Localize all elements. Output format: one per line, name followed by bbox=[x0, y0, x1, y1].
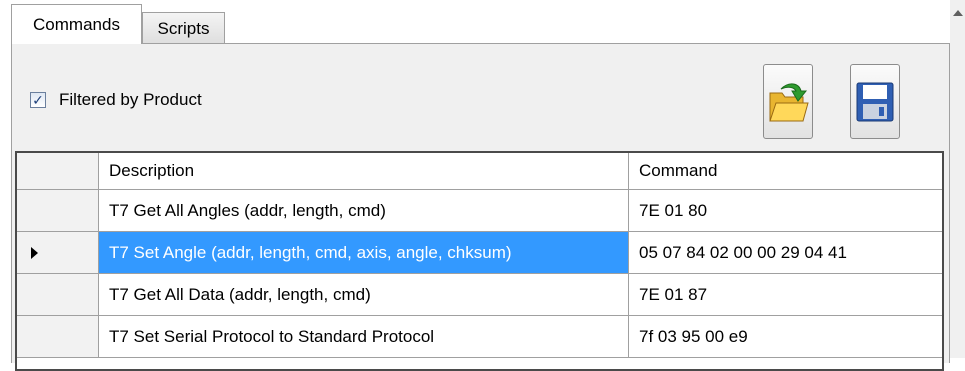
command-cell[interactable]: 7E 01 87 bbox=[629, 274, 942, 315]
row-header[interactable] bbox=[17, 190, 99, 231]
grid-header: Description Command bbox=[17, 153, 942, 190]
filter-by-product[interactable]: ✓ Filtered by Product bbox=[30, 90, 202, 110]
row-header[interactable] bbox=[17, 274, 99, 315]
table-row[interactable]: T7 Set Serial Protocol to Standard Proto… bbox=[17, 316, 942, 358]
floppy-disk-icon bbox=[856, 82, 894, 121]
commands-grid[interactable]: Description Command T7 Get All Angles (a… bbox=[15, 151, 944, 371]
tab-commands[interactable]: Commands bbox=[11, 4, 142, 44]
description-cell[interactable]: T7 Set Angle (addr, length, cmd, axis, a… bbox=[99, 232, 629, 273]
row-header[interactable] bbox=[17, 316, 99, 357]
tab-commands-label: Commands bbox=[33, 14, 120, 34]
tab-panel-top-border bbox=[11, 43, 950, 44]
table-row[interactable]: T7 Get All Angles (addr, length, cmd) 7E… bbox=[17, 190, 942, 232]
row-header[interactable] bbox=[17, 232, 99, 273]
description-cell[interactable]: T7 Get All Angles (addr, length, cmd) bbox=[99, 190, 629, 231]
description-cell[interactable]: T7 Get All Data (addr, length, cmd) bbox=[99, 274, 629, 315]
scrollbar-track[interactable] bbox=[950, 0, 965, 358]
save-file-button[interactable] bbox=[850, 64, 900, 139]
table-row[interactable]: T7 Get All Data (addr, length, cmd) 7E 0… bbox=[17, 274, 942, 316]
current-row-pointer-icon bbox=[31, 246, 38, 259]
table-row-selected[interactable]: T7 Set Angle (addr, length, cmd, axis, a… bbox=[17, 232, 942, 274]
description-cell[interactable]: T7 Set Serial Protocol to Standard Proto… bbox=[99, 316, 629, 357]
command-cell[interactable]: 7f 03 95 00 e9 bbox=[629, 316, 942, 357]
row-header-corner bbox=[17, 153, 99, 189]
checkmark-icon: ✓ bbox=[32, 92, 44, 108]
open-file-button[interactable] bbox=[763, 64, 813, 139]
column-header-description[interactable]: Description bbox=[99, 153, 629, 189]
tab-scripts[interactable]: Scripts bbox=[142, 12, 225, 44]
column-header-command[interactable]: Command bbox=[629, 153, 942, 189]
command-cell[interactable]: 7E 01 80 bbox=[629, 190, 942, 231]
scroll-up-arrow-icon[interactable] bbox=[953, 10, 963, 16]
command-cell[interactable]: 05 07 84 02 00 00 29 04 41 bbox=[629, 232, 942, 273]
folder-open-icon bbox=[769, 83, 809, 121]
filter-checkbox[interactable]: ✓ bbox=[30, 92, 46, 108]
tab-scripts-label: Scripts bbox=[157, 18, 210, 38]
filter-checkbox-label: Filtered by Product bbox=[59, 90, 202, 109]
